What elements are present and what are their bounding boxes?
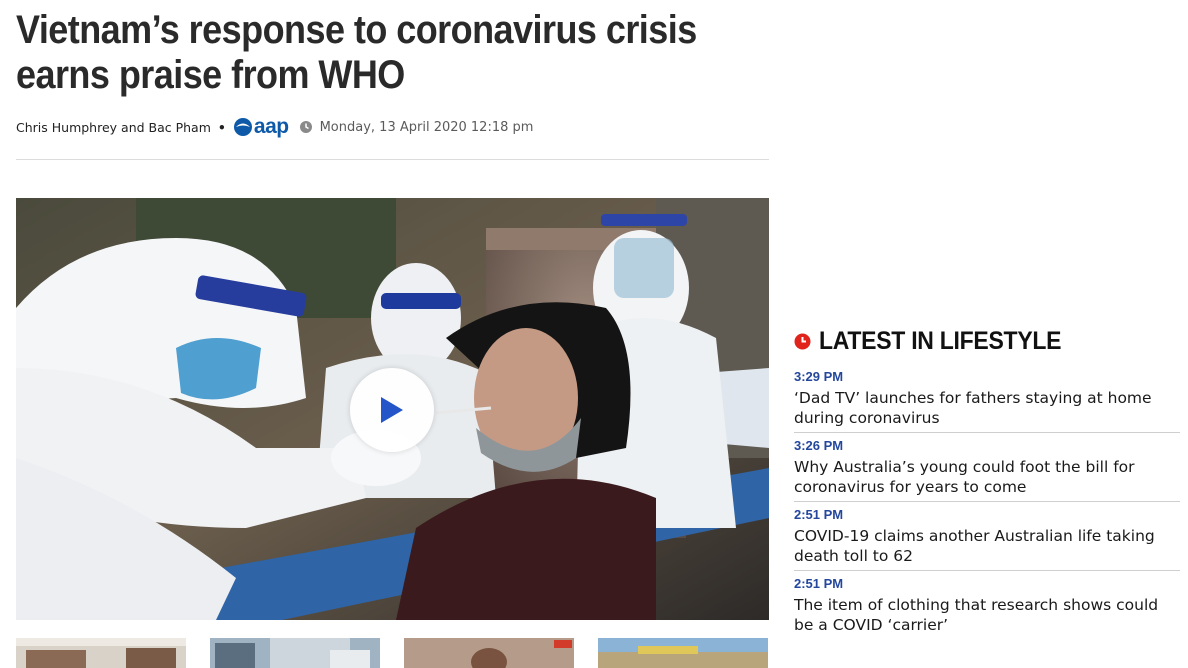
news-title[interactable]: The item of clothing that research shows… (794, 596, 1180, 635)
thumbnail-3[interactable] (404, 638, 574, 668)
article-headline: Vietnam’s response to coronavirus crisis… (16, 8, 697, 97)
aap-logo-text: aap (253, 115, 289, 138)
thumbnail-image-1 (16, 638, 186, 668)
news-time: 3:26 PM (794, 438, 844, 453)
latest-news-list: 3:29 PM ‘Dad TV’ launches for fathers st… (794, 364, 1180, 640)
news-title[interactable]: Why Australia’s young could foot the bil… (794, 458, 1180, 497)
thumbnail-1[interactable] (16, 638, 186, 668)
clock-icon (299, 121, 312, 133)
news-item[interactable]: 2:51 PM The item of clothing that resear… (794, 571, 1180, 640)
news-time: 2:51 PM (794, 507, 844, 522)
header-divider (16, 159, 769, 160)
thumbnail-image-2 (210, 638, 380, 668)
news-time: 3:29 PM (794, 369, 844, 384)
latest-title: LATEST IN LIFESTYLE (819, 326, 1062, 355)
thumbnail-2[interactable] (210, 638, 380, 668)
author-names[interactable]: Chris Humphrey and Bac Pham (16, 120, 211, 135)
byline-separator: • (217, 119, 226, 135)
byline: Chris Humphrey and Bac Pham • aap Monday… (16, 115, 534, 139)
news-time: 2:51 PM (794, 576, 844, 591)
publish-date: Monday, 13 April 2020 12:18 pm (319, 119, 534, 135)
news-item[interactable]: 3:26 PM Why Australia’s young could foot… (794, 433, 1180, 502)
thumbnail-image-4 (598, 638, 768, 668)
hero-video[interactable] (16, 198, 769, 620)
related-thumbnails (16, 638, 768, 668)
latest-in-lifestyle: LATEST IN LIFESTYLE 3:29 PM ‘Dad TV’ lau… (794, 326, 1180, 640)
play-button[interactable] (350, 368, 434, 452)
play-icon (381, 397, 403, 423)
latest-header: LATEST IN LIFESTYLE (794, 326, 1180, 356)
latest-clock-icon (794, 333, 811, 349)
news-item[interactable]: 3:29 PM ‘Dad TV’ launches for fathers st… (794, 364, 1180, 433)
news-item[interactable]: 2:51 PM COVID-19 claims another Australi… (794, 502, 1180, 571)
news-title[interactable]: ‘Dad TV’ launches for fathers staying at… (794, 389, 1180, 428)
aap-logo[interactable]: aap (233, 115, 289, 139)
thumbnail-4[interactable] (598, 638, 768, 668)
aap-logo-icon (233, 118, 252, 136)
thumbnail-image-3 (404, 638, 574, 668)
news-title[interactable]: COVID-19 claims another Australian life … (794, 527, 1180, 566)
